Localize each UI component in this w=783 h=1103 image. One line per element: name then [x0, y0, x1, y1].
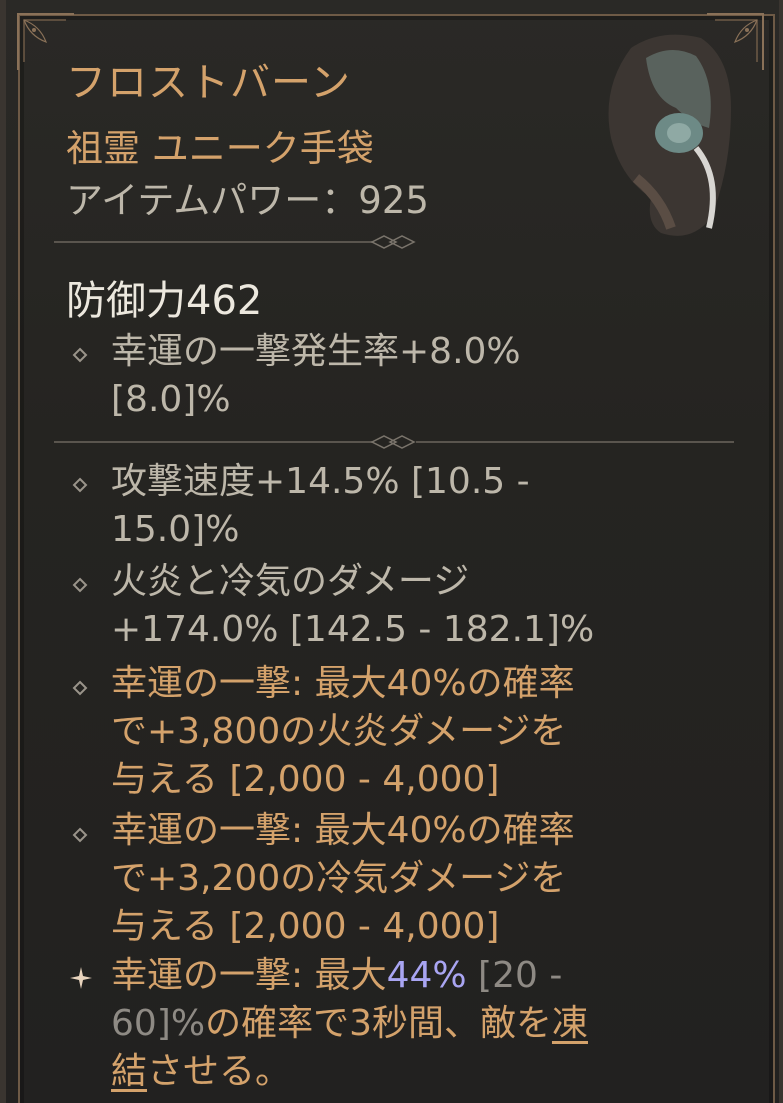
legendary-affix-fire: 幸運の一撃: 最大40%の確率 で+3,800の火炎ダメージを 与える [2,0…: [111, 660, 731, 804]
affix-line: 火炎と冷気のダメージ: [111, 561, 470, 602]
affix-attack-speed: 攻撃速度+14.5% [10.5 - 15.0]%: [111, 458, 731, 554]
gloves-item-icon: [608, 34, 731, 236]
affix-line: 15.0]%: [111, 509, 240, 550]
unique-power-range-end: 60]%: [111, 1003, 206, 1044]
unique-power-value: 44%: [386, 955, 467, 996]
unique-power-prefix: 幸運の一撃: 最大: [111, 955, 387, 996]
affix-line: 幸運の一撃: 最大40%の確率: [111, 810, 575, 851]
unique-power: 幸運の一撃: 最大44% [20 - 60]%の確率で3秒間、敵を凍 結させる。: [111, 952, 731, 1096]
unique-power-text: の確率で3秒間、敵を: [205, 1003, 552, 1044]
implicit-stat-range: [8.0]%: [111, 379, 231, 420]
item-type: 祖霊 ユニーク手袋: [66, 127, 374, 170]
affix-line: で+3,200の冷気ダメージを: [111, 858, 567, 899]
unique-power-text-end: させる。: [147, 1051, 292, 1092]
affix-line: 与える [2,000 - 4,000]: [111, 906, 500, 947]
affix-line: で+3,800の火炎ダメージを: [111, 711, 567, 752]
affix-fire-cold-damage: 火炎と冷気のダメージ +174.0% [142.5 - 182.1]%: [111, 558, 731, 654]
item-power: アイテムパワー：925: [66, 179, 429, 222]
unique-power-line-1: 幸運の一撃: 最大44% [20 -: [111, 952, 731, 1000]
affix-line: +174.0% [142.5 - 182.1]%: [111, 609, 595, 650]
unique-power-range: [20 -: [466, 955, 563, 996]
item-name: フロストバーン: [66, 60, 351, 106]
freeze-keyword-link[interactable]: 結: [111, 1051, 147, 1092]
freeze-keyword-link[interactable]: 凍: [552, 1003, 588, 1044]
diamond-bullet-icon: [72, 680, 88, 696]
affix-line: 幸運の一撃: 最大40%の確率: [111, 663, 575, 704]
unique-power-line-2: 60]%の確率で3秒間、敵を凍: [111, 1000, 731, 1048]
star-bullet-icon: [70, 967, 92, 989]
defense-value: 防御力462: [66, 278, 263, 324]
divider-ornament-icon: [54, 235, 416, 249]
implicit-stat: 幸運の一撃発生率+8.0% [8.0]%: [111, 328, 731, 424]
affix-line: 与える [2,000 - 4,000]: [111, 759, 500, 800]
divider-ornament-icon: [54, 435, 734, 449]
legendary-affix-cold: 幸運の一撃: 最大40%の確率 で+3,200の冷気ダメージを 与える [2,0…: [111, 807, 731, 951]
diamond-bullet-icon: [72, 477, 88, 493]
diamond-bullet-icon: [72, 347, 88, 363]
unique-power-line-3: 結させる。: [111, 1048, 731, 1096]
diamond-bullet-icon: [72, 577, 88, 593]
item-tooltip: フロストバーン 祖霊 ユニーク手袋 アイテムパワー：925 防御力462 幸運の…: [0, 0, 783, 1103]
affix-line: 攻撃速度+14.5% [10.5 -: [111, 461, 530, 502]
implicit-stat-line: 幸運の一撃発生率+8.0%: [111, 331, 521, 372]
diamond-bullet-icon: [72, 827, 88, 843]
